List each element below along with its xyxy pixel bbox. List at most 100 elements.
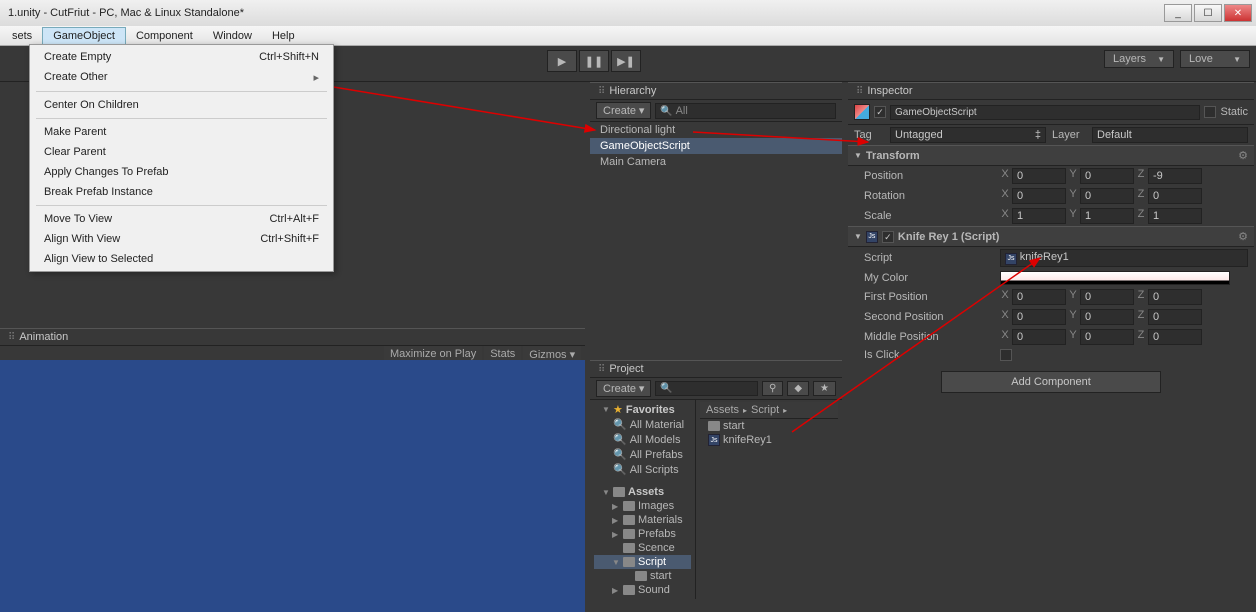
static-checkbox[interactable] <box>1204 106 1216 118</box>
folder-icon <box>623 501 635 511</box>
gear-icon[interactable]: ⚙ <box>1238 149 1248 162</box>
gameobject-dropdown: Create EmptyCtrl+Shift+N Create Other▸ C… <box>29 44 334 272</box>
layout-dropdown[interactable]: Love▼ <box>1180 50 1250 68</box>
scale-x[interactable]: 1 <box>1012 208 1066 224</box>
hierarchy-item-selected[interactable]: GameObjectScript <box>590 138 842 154</box>
menu-gameobject[interactable]: GameObject <box>42 27 126 45</box>
game-view[interactable] <box>0 360 585 612</box>
search-icon: 🔍 <box>613 463 627 476</box>
asset-kniferey1[interactable]: JsknifeRey1 <box>700 433 838 447</box>
scale-z[interactable]: 1 <box>1148 208 1202 224</box>
project-create-button[interactable]: Create ▾ <box>596 380 651 397</box>
first-y[interactable]: 0 <box>1080 289 1134 305</box>
menu-sets[interactable]: sets <box>2 28 42 44</box>
menu-create-other[interactable]: Create Other▸ <box>30 67 333 88</box>
close-button[interactable]: ✕ <box>1224 4 1252 22</box>
menu-clear-parent[interactable]: Clear Parent <box>30 142 333 162</box>
menu-help[interactable]: Help <box>262 28 305 44</box>
type-icon[interactable]: ★ <box>813 381 836 396</box>
rot-y[interactable]: 0 <box>1080 188 1134 204</box>
script-component-header[interactable]: ▼ Js Knife Rey 1 (Script) ⚙ <box>848 226 1254 247</box>
layer-dropdown[interactable]: Default <box>1092 127 1248 143</box>
animation-tab[interactable]: Animation <box>19 331 68 343</box>
object-name-field[interactable]: GameObjectScript <box>890 105 1200 120</box>
middle-y[interactable]: 0 <box>1080 329 1134 345</box>
first-z[interactable]: 0 <box>1148 289 1202 305</box>
rot-z[interactable]: 0 <box>1148 188 1202 204</box>
fav-all-material[interactable]: 🔍All Material <box>594 417 691 432</box>
folder-icon <box>623 557 635 567</box>
fav-all-models[interactable]: 🔍All Models <box>594 432 691 447</box>
menu-center-on-children[interactable]: Center On Children <box>30 95 333 115</box>
active-checkbox[interactable] <box>874 106 886 118</box>
menu-make-parent[interactable]: Make Parent <box>30 122 333 142</box>
folder-prefabs[interactable]: ▶Prefabs <box>594 527 691 541</box>
folder-scence[interactable]: Scence <box>594 541 691 555</box>
second-z[interactable]: 0 <box>1148 309 1202 325</box>
maximize-button[interactable]: ☐ <box>1194 4 1222 22</box>
middle-x[interactable]: 0 <box>1012 329 1066 345</box>
menu-apply-prefab[interactable]: Apply Changes To Prefab <box>30 162 333 182</box>
assets-header[interactable]: ▼Assets <box>594 485 691 499</box>
breadcrumb-assets[interactable]: Assets <box>706 404 739 416</box>
isclick-checkbox[interactable] <box>1000 349 1012 361</box>
folder-materials[interactable]: ▶Materials <box>594 513 691 527</box>
tag-dropdown[interactable]: Untagged ‡ <box>890 127 1046 143</box>
hierarchy-tab[interactable]: Hierarchy <box>609 85 656 97</box>
hierarchy-search[interactable]: 🔍 All <box>655 103 836 119</box>
drag-icon: ⠿ <box>8 332 15 343</box>
fav-all-scripts[interactable]: 🔍All Scripts <box>594 462 691 477</box>
filter-icon[interactable]: ⚲ <box>762 381 783 396</box>
folder-icon <box>613 487 625 497</box>
favorites-header[interactable]: ▼★Favorites <box>594 402 691 417</box>
breadcrumb-script[interactable]: Script <box>751 404 779 416</box>
window-title: 1.unity - CutFriut - PC, Mac & Linux Sta… <box>4 7 244 19</box>
menu-break-prefab[interactable]: Break Prefab Instance <box>30 182 333 202</box>
rot-x[interactable]: 0 <box>1012 188 1066 204</box>
second-x[interactable]: 0 <box>1012 309 1066 325</box>
menu-create-empty[interactable]: Create EmptyCtrl+Shift+N <box>30 47 333 67</box>
transform-header[interactable]: ▼ Transform ⚙ <box>848 145 1254 166</box>
project-search[interactable]: 🔍 <box>655 381 758 396</box>
menu-component[interactable]: Component <box>126 28 203 44</box>
menu-move-to-view[interactable]: Move To ViewCtrl+Alt+F <box>30 209 333 229</box>
menu-window[interactable]: Window <box>203 28 262 44</box>
asset-start[interactable]: start <box>700 419 838 433</box>
hierarchy-item[interactable]: Main Camera <box>590 154 842 170</box>
script-field[interactable]: Js knifeRey1 <box>1000 249 1248 267</box>
menu-align-with-view[interactable]: Align With ViewCtrl+Shift+F <box>30 229 333 249</box>
step-button[interactable]: ▶❚ <box>611 50 641 72</box>
layers-dropdown[interactable]: Layers▼ <box>1104 50 1174 68</box>
label-icon[interactable]: ◆ <box>787 381 809 396</box>
folder-sound[interactable]: ▶Sound <box>594 583 691 597</box>
pos-y[interactable]: 0 <box>1080 168 1134 184</box>
middle-z[interactable]: 0 <box>1148 329 1202 345</box>
pos-x[interactable]: 0 <box>1012 168 1066 184</box>
inspector-tab[interactable]: Inspector <box>867 85 912 97</box>
fav-all-prefabs[interactable]: 🔍All Prefabs <box>594 447 691 462</box>
drag-icon: ⠿ <box>856 86 863 97</box>
menu-align-view-selected[interactable]: Align View to Selected <box>30 249 333 269</box>
tag-label: Tag <box>854 129 884 141</box>
play-button[interactable]: ▶ <box>547 50 577 72</box>
hierarchy-item[interactable]: Directional light <box>590 122 842 138</box>
hierarchy-create-button[interactable]: Create ▾ <box>596 102 651 119</box>
search-icon: 🔍 <box>613 448 627 461</box>
inspector-panel: ⠿Inspector GameObjectScript Static Tag U… <box>848 82 1254 401</box>
window-titlebar: 1.unity - CutFriut - PC, Mac & Linux Sta… <box>0 0 1256 26</box>
second-y[interactable]: 0 <box>1080 309 1134 325</box>
pause-button[interactable]: ❚❚ <box>579 50 609 72</box>
folder-script[interactable]: ▼Script <box>594 555 691 569</box>
component-enabled-checkbox[interactable] <box>882 231 894 243</box>
project-tab[interactable]: Project <box>609 363 643 375</box>
folder-images[interactable]: ▶Images <box>594 499 691 513</box>
minimize-button[interactable]: _ <box>1164 4 1192 22</box>
folder-start[interactable]: start <box>594 569 691 583</box>
first-x[interactable]: 0 <box>1012 289 1066 305</box>
color-field[interactable] <box>1000 271 1230 285</box>
pos-z[interactable]: -9 <box>1148 168 1202 184</box>
add-component-button[interactable]: Add Component <box>941 371 1161 393</box>
gear-icon[interactable]: ⚙ <box>1238 230 1248 243</box>
expand-icon: ▼ <box>854 151 862 160</box>
scale-y[interactable]: 1 <box>1080 208 1134 224</box>
